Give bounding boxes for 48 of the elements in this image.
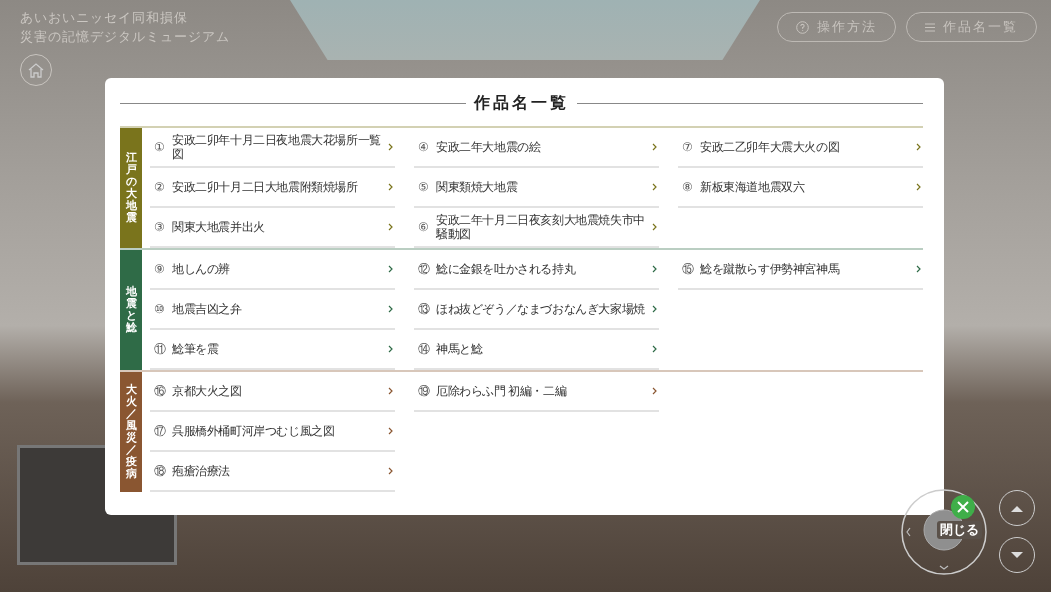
work-link[interactable]: ⑧ 新板東海道地震双六 bbox=[678, 168, 923, 208]
close-icon bbox=[957, 501, 969, 513]
work-link[interactable]: ⑩ 地震吉凶之弁 bbox=[150, 290, 395, 330]
chevron-right-icon bbox=[916, 143, 921, 151]
dialog-title: 作品名一覧 bbox=[474, 92, 569, 113]
chevron-right-icon bbox=[652, 387, 657, 395]
category-label: 江戸の大地震 bbox=[120, 128, 142, 248]
work-link[interactable]: ⑫ 鯰に金銀を吐かされる持丸 bbox=[414, 250, 659, 290]
caret-up-icon bbox=[1011, 504, 1023, 512]
chevron-right-icon bbox=[388, 427, 393, 435]
work-link[interactable]: ④ 安政二年大地震の絵 bbox=[414, 128, 659, 168]
chevron-right-icon bbox=[388, 143, 393, 151]
chevron-right-icon bbox=[388, 345, 393, 353]
chevron-right-icon bbox=[652, 305, 657, 313]
menu-icon bbox=[925, 22, 935, 32]
work-link[interactable]: ⑲ 厄除わらふ門 初編・二編 bbox=[414, 372, 659, 412]
category-label: 大火／風災／疫病 bbox=[120, 372, 142, 492]
work-link[interactable]: ② 安政二卯十月二日大地震附類焼場所 bbox=[150, 168, 395, 208]
work-link[interactable]: ⑦ 安政二乙卯年大震大火の図 bbox=[678, 128, 923, 168]
work-link[interactable]: ⑱ 疱瘡治療法 bbox=[150, 452, 395, 492]
chevron-right-icon bbox=[652, 223, 657, 231]
chevron-right-icon bbox=[388, 467, 393, 475]
work-link[interactable]: ⑰ 呉服橋外桶町河岸つむじ風之図 bbox=[150, 412, 395, 452]
chevron-right-icon bbox=[652, 345, 657, 353]
work-link[interactable]: ⑯ 京都大火之図 bbox=[150, 372, 395, 412]
category-label: 地震と鯰 bbox=[120, 250, 142, 370]
help-icon bbox=[796, 20, 809, 34]
caret-down-icon bbox=[1011, 551, 1023, 559]
close-label: 閉じる bbox=[937, 521, 982, 539]
work-link[interactable]: ③ 関東大地震并出火 bbox=[150, 208, 395, 248]
work-link[interactable]: ⑪ 鯰筆を震 bbox=[150, 330, 395, 370]
chevron-right-icon bbox=[916, 265, 921, 273]
chevron-right-icon bbox=[388, 387, 393, 395]
home-icon bbox=[27, 62, 45, 78]
chevron-right-icon bbox=[388, 305, 393, 313]
work-link[interactable]: ⑬ ほね抜どぞう／なまづおなんぎ大家場焼 bbox=[414, 290, 659, 330]
work-link[interactable]: ⑭ 神馬と鯰 bbox=[414, 330, 659, 370]
chevron-right-icon bbox=[916, 183, 921, 191]
close-button[interactable] bbox=[951, 495, 975, 519]
work-link[interactable]: ⑤ 関東類焼大地震 bbox=[414, 168, 659, 208]
chevron-right-icon bbox=[652, 265, 657, 273]
chevron-right-icon bbox=[652, 183, 657, 191]
work-link[interactable]: ⑮ 鯰を蹴散らす伊勢神宮神馬 bbox=[678, 250, 923, 290]
chevron-right-icon bbox=[652, 143, 657, 151]
work-link[interactable]: ⑨ 地しんの辨 bbox=[150, 250, 395, 290]
chevron-right-icon bbox=[388, 265, 393, 273]
chevron-right-icon bbox=[388, 183, 393, 191]
chevron-right-icon bbox=[388, 223, 393, 231]
